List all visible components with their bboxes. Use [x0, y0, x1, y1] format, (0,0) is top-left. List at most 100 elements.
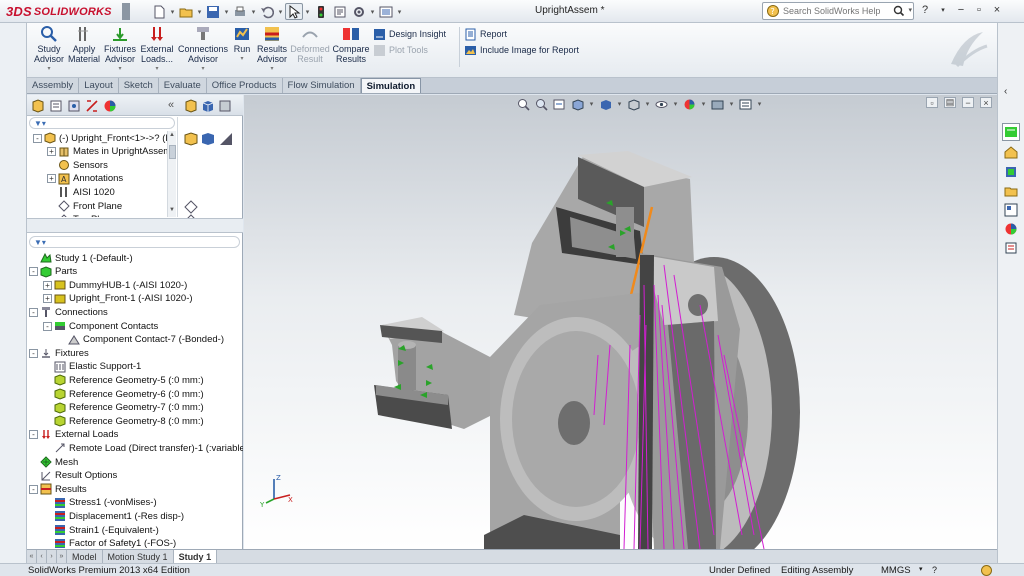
collapse-icon[interactable]: - [29, 267, 38, 277]
apply-scene-button[interactable] [710, 97, 725, 112]
tree-item[interactable]: Study 1 (-Default-) [29, 251, 133, 265]
tree-item[interactable]: + Upright_Front-1 (-AISI 1020-) [43, 292, 193, 306]
tab-nav-prev[interactable]: ‹ [37, 550, 47, 563]
open-button[interactable] [177, 3, 195, 20]
help-dropdown[interactable]: ▾ [936, 3, 950, 17]
plot-tools-button[interactable]: Plot Tools ▾ [373, 42, 470, 58]
expand-icon[interactable]: + [47, 147, 56, 157]
display-options-dropdown[interactable]: ▾ [396, 3, 403, 20]
collapse-icon[interactable]: - [29, 484, 38, 494]
apply-scene-dropdown[interactable]: ▾ [728, 96, 735, 113]
report-button[interactable]: Report [464, 26, 507, 42]
external-loads-button[interactable]: External Loads... ▾ [138, 25, 176, 75]
view-settings-button[interactable] [738, 97, 753, 112]
fixtures-advisor-button[interactable]: Fixtures Advisor ▾ [103, 25, 137, 75]
tree-item[interactable]: Elastic Support-1 [43, 360, 141, 374]
feature-manager-tab[interactable] [30, 98, 46, 113]
section-view-button[interactable] [570, 97, 585, 112]
tree-item[interactable]: Reference Geometry-5 (:0 mm:) [43, 373, 204, 387]
compare-results-button[interactable]: Compare Results [332, 25, 370, 75]
design-insight-button[interactable]: Design Insight [373, 26, 446, 42]
bottom-tab-model[interactable]: Model [67, 550, 103, 563]
display-style-dropdown[interactable]: ▾ [644, 96, 651, 113]
tab-sketch[interactable]: Sketch [118, 78, 159, 93]
expand-icon[interactable]: + [43, 294, 52, 304]
rebuild-status-icon[interactable] [981, 565, 992, 576]
previous-view-button[interactable] [552, 97, 567, 112]
panel-splitter[interactable] [27, 218, 243, 233]
options-dropdown[interactable]: ▾ [369, 3, 376, 20]
zoom-to-area-button[interactable] [534, 97, 549, 112]
print-button[interactable] [231, 3, 249, 20]
tab-nav-last[interactable]: » [57, 550, 67, 563]
tab-simulation[interactable]: Simulation [360, 78, 422, 93]
apply-material-button[interactable]: Apply Material [67, 25, 101, 75]
help-search-input[interactable] [783, 6, 883, 16]
tree-item[interactable]: Reference Geometry-7 (:0 mm:) [43, 401, 204, 415]
viewport-minimize-button[interactable]: − [962, 97, 974, 108]
zoom-to-fit-button[interactable] [516, 97, 531, 112]
status-help-icon[interactable]: ? [932, 565, 937, 575]
close-button[interactable]: × [990, 3, 1004, 17]
fixtures-advisor-dropdown[interactable]: ▾ [118, 64, 121, 74]
tab-layout[interactable]: Layout [79, 78, 119, 93]
collapse-icon[interactable]: - [29, 307, 38, 317]
feature-tree-scrollbar[interactable]: ▲ ▼ [167, 131, 176, 217]
view-orientation-button[interactable] [598, 97, 613, 112]
undo-button[interactable] [258, 3, 276, 20]
viewport-close-button[interactable]: × [980, 97, 992, 108]
study-advisor-dropdown[interactable]: ▾ [47, 64, 50, 74]
run-dropdown[interactable]: ▾ [240, 54, 243, 64]
scroll-thumb[interactable] [169, 145, 176, 159]
display-manager-tab[interactable] [102, 98, 118, 113]
design-library-tab[interactable] [1002, 163, 1020, 181]
help-search-dropdown[interactable]: ▾ [908, 6, 912, 14]
tree-item[interactable]: Reference Geometry-6 (:0 mm:) [43, 387, 204, 401]
tree-item[interactable]: - Connections [29, 305, 108, 319]
new-document-button[interactable] [150, 3, 168, 20]
view-palette-tab[interactable] [1002, 201, 1020, 219]
tree-item[interactable]: Strain1 (-Equivalent-) [43, 523, 159, 537]
run-button[interactable]: Run ▾ [231, 25, 253, 75]
tree-item[interactable]: AISI 1020 [47, 185, 115, 199]
custom-properties-tab[interactable] [1002, 239, 1020, 257]
tree-item[interactable]: Displacement1 (-Res disp-) [43, 509, 184, 523]
triangle-icon[interactable] [218, 131, 234, 147]
study-tree-filter[interactable]: ▼▾ [29, 236, 240, 248]
tab-flow-simulation[interactable]: Flow Simulation [282, 78, 361, 93]
edit-appearance-button[interactable] [682, 97, 697, 112]
tree-item[interactable]: Factor of Safety1 (-FOS-) [43, 537, 176, 548]
tree-item[interactable]: Remote Load (Direct transfer)-1 (:variab… [43, 441, 243, 455]
bottom-tab-motion-study-1[interactable]: Motion Study 1 [103, 550, 174, 563]
collapse-icon[interactable]: - [33, 133, 42, 143]
tab-nav-next[interactable]: › [47, 550, 57, 563]
section-view-dropdown[interactable]: ▾ [588, 96, 595, 113]
restore-button[interactable]: ▫ [972, 3, 986, 17]
viewport-restore-button[interactable]: ▫ [926, 97, 938, 108]
collapse-panel-icon[interactable]: « [168, 99, 174, 111]
home-tab[interactable] [1002, 143, 1020, 161]
rebuild-button[interactable] [312, 3, 330, 20]
help-search-box[interactable]: ? ▾ [762, 2, 914, 20]
tree-item[interactable]: Result Options [29, 469, 117, 483]
undo-dropdown[interactable]: ▾ [277, 3, 284, 20]
part-highlight-icon[interactable] [183, 131, 199, 147]
edit-appearance-dropdown[interactable]: ▾ [700, 96, 707, 113]
tree-item[interactable]: Mesh [29, 455, 78, 469]
tree-item[interactable]: Component Contact-7 (-Bonded-) [57, 333, 224, 347]
include-image-button[interactable]: Include Image for Report [464, 42, 579, 58]
save-dropdown[interactable]: ▾ [223, 3, 230, 20]
tree-item[interactable]: - (-) Upright_Front<1>->? (D [33, 131, 172, 145]
select-dropdown[interactable]: ▾ [304, 3, 311, 20]
tab-assembly[interactable]: Assembly [27, 78, 80, 93]
tree-item[interactable]: Front Plane [47, 199, 122, 213]
study-advisor-button[interactable]: Study Advisor ▾ [31, 25, 67, 75]
bottom-tab-study-1[interactable]: Study 1 [173, 550, 218, 563]
connections-advisor-dropdown[interactable]: ▾ [201, 64, 204, 74]
appearances-tab[interactable] [1002, 220, 1020, 238]
tab-evaluate[interactable]: Evaluate [158, 78, 207, 93]
view-settings-dropdown[interactable]: ▾ [756, 96, 763, 113]
tree-item[interactable]: + DummyHUB-1 (-AISI 1020-) [43, 278, 187, 292]
tree-item[interactable]: - Parts [29, 265, 77, 279]
tab-office-products[interactable]: Office Products [206, 78, 283, 93]
